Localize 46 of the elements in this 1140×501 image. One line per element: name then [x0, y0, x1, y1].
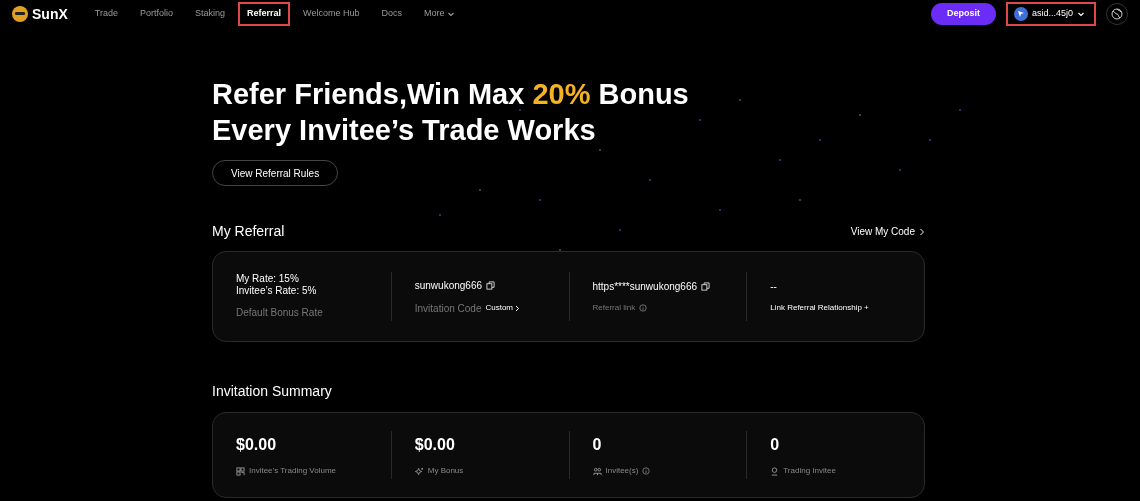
nav-item[interactable]: Docs: [372, 2, 411, 26]
avatar-icon: [1014, 7, 1028, 21]
link-relationship-link[interactable]: Link Referral Relationship +: [770, 302, 901, 314]
stat-value: $0.00: [236, 435, 278, 455]
brand-name[interactable]: SunX: [32, 3, 68, 25]
stat-value: 0: [770, 435, 781, 455]
custom-link[interactable]: Custom: [485, 302, 521, 314]
rate-text: Invitee’s Rate: 5%: [236, 285, 318, 297]
hero-subtitle: Every Invitee’s Trade Works: [212, 113, 597, 148]
nav-item[interactable]: More: [414, 2, 465, 26]
globe-icon: [1111, 8, 1123, 20]
deposit-button[interactable]: Deposit: [931, 3, 996, 25]
field-label: Referral link: [592, 302, 636, 314]
chart-icon: [236, 466, 245, 476]
stat-label: Invitee’s Trading Volume: [249, 465, 336, 477]
caret-icon: [1077, 10, 1086, 18]
chevron-icon: [515, 304, 521, 312]
field-label: Default Bonus Rate: [236, 306, 324, 320]
copy-icon[interactable]: [701, 282, 711, 291]
field-label: Invitation Code: [414, 301, 482, 316]
copy-icon[interactable]: [486, 280, 496, 290]
section-title: My Referral: [212, 222, 285, 241]
relation-value: --: [770, 280, 778, 294]
nav-item[interactable]: Trade: [85, 2, 127, 26]
nav-item[interactable]: Referral: [238, 2, 291, 26]
people-icon: [592, 466, 602, 476]
section-title: Invitation Summary: [212, 383, 332, 399]
logo-icon[interactable]: [12, 6, 28, 22]
stat-label: My Bonus: [427, 465, 464, 477]
nav-item[interactable]: Staking: [186, 2, 235, 26]
view-code-link[interactable]: View My Code: [850, 224, 925, 239]
stat-value: 0: [592, 435, 603, 455]
nav-item[interactable]: Portfolio: [130, 2, 182, 26]
person-icon: [770, 466, 780, 476]
sparkle-icon: [414, 466, 424, 476]
hero-title: Refer Friends,Win Max 20% Bonus: [212, 77, 690, 112]
chevron-icon: [919, 227, 925, 236]
info-icon[interactable]: [642, 467, 651, 475]
nav-item[interactable]: Welcome Hub: [294, 2, 369, 26]
rate-text: My Rate: 15%: [236, 273, 300, 285]
info-icon[interactable]: [639, 304, 648, 312]
stat-value: $0.00: [414, 435, 456, 455]
wallet-button[interactable]: asid...45j0: [1006, 2, 1096, 26]
invitation-code: sunwukong666: [414, 278, 483, 293]
stat-label: Trading Invitee: [783, 465, 836, 477]
stat-label: Invitee(s): [605, 465, 639, 477]
